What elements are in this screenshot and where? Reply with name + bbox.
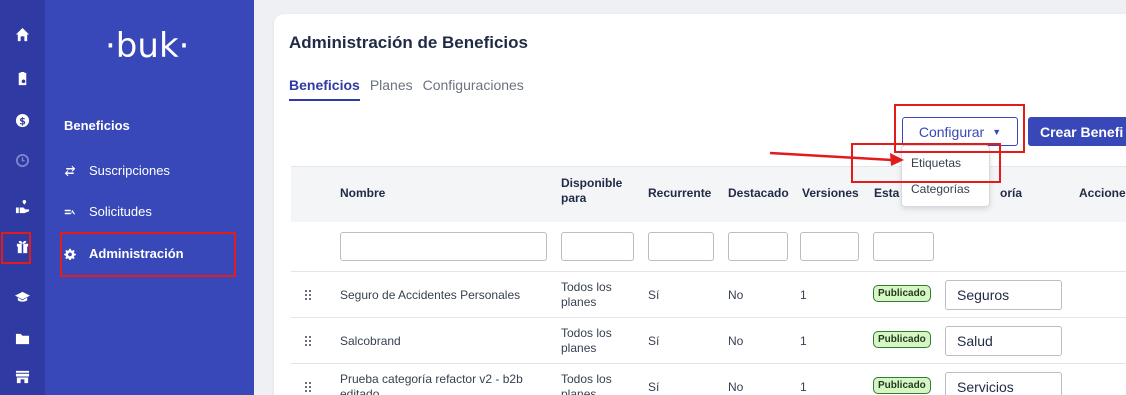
gift-icon[interactable] [12, 236, 32, 256]
column-header-categoria[interactable]: oría [1000, 186, 1022, 201]
swap-arrows-icon [64, 165, 76, 176]
icon-rail: $ [0, 0, 45, 395]
filter-destacado-input[interactable] [728, 232, 788, 261]
cell-destacado: No [728, 288, 744, 302]
content-card: Administración de Beneficios Beneficios … [274, 14, 1126, 395]
column-header-disponible[interactable]: Disponible para [561, 176, 633, 206]
sidebar: ·buk· Beneficios Suscripciones Solicitud… [45, 0, 254, 395]
sidebar-item-label: Suscripciones [89, 163, 170, 178]
cell-nombre: Salcobrand [340, 334, 401, 348]
drag-handle-icon[interactable] [305, 382, 313, 392]
table-row[interactable]: Salcobrand Todos los planes Sí No 1 Publ… [291, 318, 1126, 364]
table-row[interactable]: Prueba categoría refactor v2 - b2b edita… [291, 364, 1126, 395]
tab-planes[interactable]: Planes [370, 77, 413, 101]
cell-disponible: Todos los planes [561, 280, 612, 309]
cell-recurrente: Sí [648, 380, 660, 394]
sidebar-section-beneficios: Beneficios [64, 118, 130, 133]
filter-versiones-input[interactable] [800, 232, 859, 261]
drag-handle-icon[interactable] [305, 336, 313, 346]
cell-recurrente: Sí [648, 334, 660, 348]
sidebar-item-administracion[interactable]: Administración [64, 246, 184, 261]
clock-icon[interactable] [12, 150, 32, 170]
cell-disponible: Todos los planes [561, 372, 612, 395]
sidebar-item-suscripciones[interactable]: Suscripciones [64, 163, 170, 178]
tab-beneficios[interactable]: Beneficios [289, 77, 360, 101]
svg-text:$: $ [19, 116, 26, 127]
column-header-estado[interactable]: Esta [874, 186, 899, 201]
store-icon[interactable] [12, 366, 32, 386]
gear-icon [64, 248, 76, 260]
table-row[interactable]: Seguro de Accidentes Personales Todos lo… [291, 272, 1126, 318]
filter-nombre-input[interactable] [340, 232, 547, 261]
sidebar-item-label: Administración [89, 246, 184, 261]
sidebar-item-solicitudes[interactable]: Solicitudes [64, 204, 152, 219]
table-header: Nombre Disponible para Recurrente Destac… [291, 166, 1126, 222]
configure-dropdown-menu: Etiquetas Categorías [901, 145, 990, 207]
clipboard-person-icon[interactable] [12, 68, 32, 88]
cell-nombre: Seguro de Accidentes Personales [340, 288, 521, 302]
cell-versiones: 1 [800, 380, 807, 394]
cell-versiones: 1 [800, 334, 807, 348]
cell-destacado: No [728, 334, 744, 348]
annotation-arrow-icon [769, 151, 904, 166]
menu-item-categorias[interactable]: Categorías [902, 176, 989, 202]
configure-label: Configurar [918, 123, 985, 140]
cell-versiones: 1 [800, 288, 807, 302]
create-benefit-button[interactable]: Crear Benefi [1028, 117, 1126, 146]
menu-item-etiquetas[interactable]: Etiquetas [902, 150, 989, 176]
cell-disponible: Todos los planes [561, 326, 612, 355]
caret-down-icon: ▼ [992, 126, 1002, 137]
configure-dropdown-button[interactable]: Configurar ▼ [902, 117, 1018, 146]
filter-estado-input[interactable] [873, 232, 934, 261]
filter-lines-icon [64, 209, 76, 214]
drag-handle-icon[interactable] [305, 290, 313, 300]
buk-logo[interactable]: ·buk· [105, 26, 189, 66]
sidebar-item-label: Solicitudes [89, 204, 152, 219]
column-header-acciones: Accione [1079, 186, 1126, 200]
cell-recurrente: Sí [648, 288, 660, 302]
home-icon[interactable] [12, 24, 32, 44]
graduation-cap-icon[interactable] [12, 286, 32, 306]
tab-configuraciones[interactable]: Configuraciones [423, 77, 524, 101]
filter-disponible-input[interactable] [561, 232, 634, 261]
page-title: Administración de Beneficios [289, 33, 528, 52]
cell-nombre: Prueba categoría refactor v2 - b2b edita… [340, 372, 523, 395]
category-select[interactable]: Salud [945, 326, 1062, 356]
main-area: Administración de Beneficios Beneficios … [254, 0, 1126, 395]
tab-bar: Beneficios Planes Configuraciones [289, 77, 524, 101]
folder-icon[interactable] [12, 328, 32, 348]
cell-destacado: No [728, 380, 744, 394]
status-badge: Publicado [873, 285, 931, 302]
status-badge: Publicado [873, 331, 931, 348]
filter-row [291, 222, 1126, 272]
column-header-destacado[interactable]: Destacado [728, 186, 789, 201]
category-select[interactable]: Servicios [945, 372, 1062, 395]
category-select[interactable]: Seguros [945, 280, 1062, 310]
filter-recurrente-input[interactable] [648, 232, 714, 261]
column-header-nombre[interactable]: Nombre [340, 186, 385, 201]
column-header-recurrente[interactable]: Recurrente [648, 186, 711, 201]
column-header-versiones[interactable]: Versiones [802, 186, 859, 201]
dollar-icon[interactable]: $ [12, 110, 32, 130]
hand-heart-icon[interactable] [12, 196, 32, 216]
status-badge: Publicado [873, 377, 931, 394]
